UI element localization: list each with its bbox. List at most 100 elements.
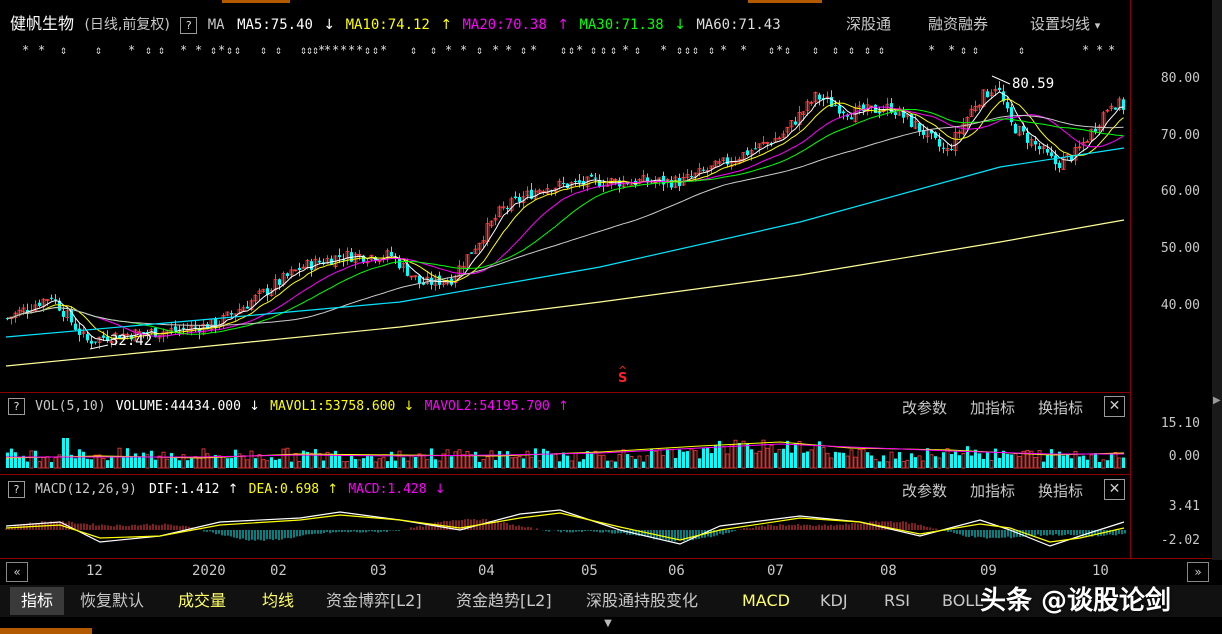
volume-bar-up <box>689 448 694 469</box>
signal-s-mark[interactable]: S <box>618 371 627 386</box>
event-marker-icon: * <box>460 43 467 57</box>
volume-chart[interactable] <box>0 420 1130 470</box>
macd-close-icon[interactable]: ✕ <box>1104 479 1125 500</box>
price-tick-70: 70.00 <box>1160 128 1200 143</box>
macd-edit-params-button[interactable]: 改参数 <box>902 480 947 501</box>
volume-bar-down <box>578 461 581 468</box>
ma30-line <box>7 108 1124 335</box>
macd-add-indicator-button[interactable]: 加指标 <box>970 480 1015 501</box>
volume-bar-up <box>457 449 462 469</box>
volume-bar-down <box>142 452 145 468</box>
price-chart[interactable] <box>0 62 1130 392</box>
candle-body-down <box>578 180 581 183</box>
event-marker-icon: ⇕ <box>972 43 979 57</box>
candle-body-down <box>438 275 441 285</box>
tab-indicator[interactable]: 指标 <box>10 587 64 615</box>
volume-arrow-icon: ↓ <box>249 399 261 414</box>
volume-close-icon[interactable]: ✕ <box>1104 396 1125 417</box>
volume-bar-down <box>506 451 509 468</box>
macd-help-button[interactable]: ? <box>8 481 25 498</box>
volume-bar-down <box>686 451 689 468</box>
event-marker-icon: ⇕ <box>560 43 567 57</box>
candle-body-down <box>62 310 65 317</box>
volume-bar-up <box>617 454 622 469</box>
event-marker-icon: ⇕ <box>848 43 855 57</box>
event-marker-icon: * <box>776 43 783 57</box>
volume-bar-up <box>885 461 890 469</box>
tab-volume[interactable]: 成交量 <box>178 587 226 615</box>
event-marker-icon: ⇕ <box>878 43 885 57</box>
volume-bar-up <box>221 456 226 469</box>
volume-bar-up <box>657 449 662 469</box>
macd-switch-indicator-button[interactable]: 换指标 <box>1038 480 1083 501</box>
volume-bar-down <box>26 461 29 468</box>
volume-bar-down <box>74 458 77 468</box>
event-marker-icon: * <box>340 43 347 57</box>
volume-switch-indicator-button[interactable]: 换指标 <box>1038 397 1083 418</box>
volume-bar-up <box>165 458 170 469</box>
volume-bar-up <box>945 448 950 469</box>
volume-bar-down <box>106 460 109 468</box>
volume-bar-up <box>849 449 854 469</box>
volume-help-button[interactable]: ? <box>8 398 25 415</box>
volume-bar-down <box>78 449 81 468</box>
candle-body-down <box>286 273 289 276</box>
tab-fund-game[interactable]: 资金博弈[L2] <box>326 587 422 615</box>
tab-sgt-holding[interactable]: 深股通持股变化 <box>586 587 698 615</box>
volume-bar-down <box>786 440 789 468</box>
macd-chart[interactable] <box>0 500 1130 556</box>
candle-body-down <box>818 94 821 100</box>
candle-body-down <box>506 207 509 209</box>
volume-bar-up <box>45 456 50 469</box>
right-edge-handle[interactable]: ▶ <box>1213 395 1221 415</box>
candle-body-down <box>1114 107 1117 110</box>
candle-body-down <box>562 182 565 184</box>
candle-body-down <box>1038 146 1041 150</box>
event-marker-icon: * <box>356 43 363 57</box>
candle-body-down <box>38 302 41 306</box>
scroll-left-icon[interactable]: « <box>6 562 28 582</box>
volume-bar-up <box>297 461 302 469</box>
help-button[interactable]: ? <box>180 16 198 34</box>
dea-value: DEA:0.698 <box>248 482 320 497</box>
volume-tick-zero: 0.00 <box>1168 449 1200 464</box>
volume-bar-up <box>853 456 858 469</box>
volume-bar-down <box>1110 453 1113 468</box>
tab-kdj[interactable]: KDJ <box>820 587 848 615</box>
volume-bar-up <box>517 456 522 469</box>
tab-restore-default[interactable]: 恢复默认 <box>80 587 144 615</box>
volume-bar-down <box>550 453 553 468</box>
event-marker-icon: ⇕ <box>812 43 819 57</box>
link-rzrq[interactable]: 融资融券 <box>928 14 988 34</box>
link-sgt[interactable]: 深股通 <box>846 14 891 34</box>
volume-add-indicator-button[interactable]: 加指标 <box>970 397 1015 418</box>
scroll-right-icon[interactable]: » <box>1187 562 1209 582</box>
volume-bar-down <box>834 451 837 468</box>
volume-bar-down <box>706 447 709 468</box>
tab-boll[interactable]: BOLL <box>942 587 983 615</box>
volume-bar-up <box>205 453 210 469</box>
volume-bar-down <box>494 459 497 468</box>
tab-macd[interactable]: MACD <box>742 587 790 615</box>
volume-bar-up <box>813 444 818 469</box>
volume-edit-params-button[interactable]: 改参数 <box>902 397 947 418</box>
watermark: 头条 @谈股论剑 <box>980 586 1172 616</box>
volume-bar-down <box>894 458 897 468</box>
volume-bar-up <box>917 455 922 469</box>
candle-body-down <box>594 177 597 179</box>
tab-rsi[interactable]: RSI <box>884 587 910 615</box>
volume-bar-up <box>465 450 470 469</box>
link-settings[interactable]: 设置均线 ▾ <box>1030 14 1100 34</box>
bottom-scroll-handle[interactable]: ▼ <box>592 618 624 629</box>
volume-bar-down <box>478 461 481 468</box>
volume-bar-up <box>597 454 602 469</box>
volume-bar-down <box>390 451 393 468</box>
volume-bar-down <box>6 452 9 468</box>
volume-bar-down <box>226 458 229 468</box>
event-marker-icon: ⇕ <box>768 43 775 57</box>
volume-bar-down <box>794 443 797 468</box>
x-label-03: 03 <box>370 563 387 579</box>
tab-ma[interactable]: 均线 <box>262 587 294 615</box>
tab-fund-trend[interactable]: 资金趋势[L2] <box>456 587 552 615</box>
event-markers[interactable]: * * ⇕ ⇕ * ⇕ ⇕ * * ⇕ * ⇕ ⇕ ⇕ ⇕ ⇕⇕⇕** * * * * ⇕ ⇕ * ⇕ ⇕ * * ⇕ * * ⇕ * ⇕ ⇕ * ⇕… <box>0 40 1130 60</box>
